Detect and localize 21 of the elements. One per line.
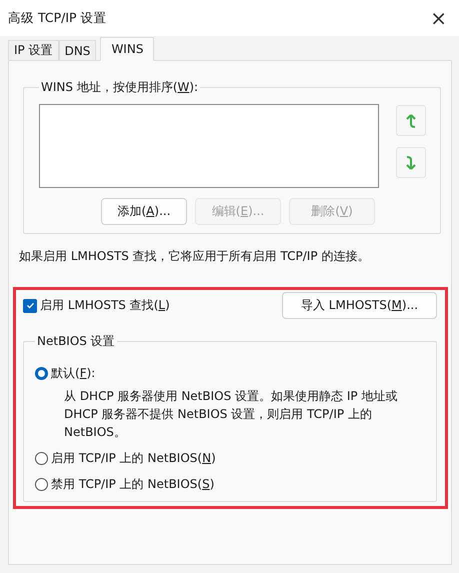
tab[interactable]: DNS <box>58 40 96 61</box>
close-button[interactable]: × <box>428 6 449 30</box>
group-title: WINS 地址，按使用排序(W): <box>40 79 200 96</box>
group-title: NetBIOS 设置 <box>36 333 116 350</box>
address-list[interactable] <box>39 104 379 188</box>
import-button[interactable]: 导入 LMHOSTS(M)... <box>282 292 437 319</box>
info-text: 如果启用 LMHOSTS 查找，它将应用于所有启用 TCP/IP 的连接。 <box>19 248 370 265</box>
window-title: 高级 TCP/IP 设置 <box>8 10 107 26</box>
up-arrow-icon <box>406 114 416 128</box>
move-up-button[interactable] <box>396 105 426 136</box>
tab[interactable]: IP 设置 <box>8 40 59 61</box>
dialog-button[interactable]: 添加(A)... <box>101 198 187 225</box>
tab[interactable]: WINS <box>100 37 154 61</box>
radio-option[interactable]: 启用 TCP/IP 上的 NetBIOS(N) <box>35 450 422 467</box>
option-description: 从 DHCP 服务器使用 NetBIOS 设置。如果使用静态 IP 地址或 DHCP 服务器不提供 NetBIOS 设置，则启用 TCP/IP 上的 NetBIOS。 <box>64 388 398 441</box>
move-down-button[interactable] <box>396 147 426 178</box>
radio-option[interactable]: 禁用 TCP/IP 上的 NetBIOS(S) <box>35 476 422 493</box>
radio-option[interactable]: 默认(F): <box>35 365 422 382</box>
lmhosts-checkbox[interactable]: 启用 LMHOSTS 查找(L) <box>23 297 170 314</box>
check-icon <box>26 301 34 310</box>
down-arrow-icon <box>406 156 416 170</box>
